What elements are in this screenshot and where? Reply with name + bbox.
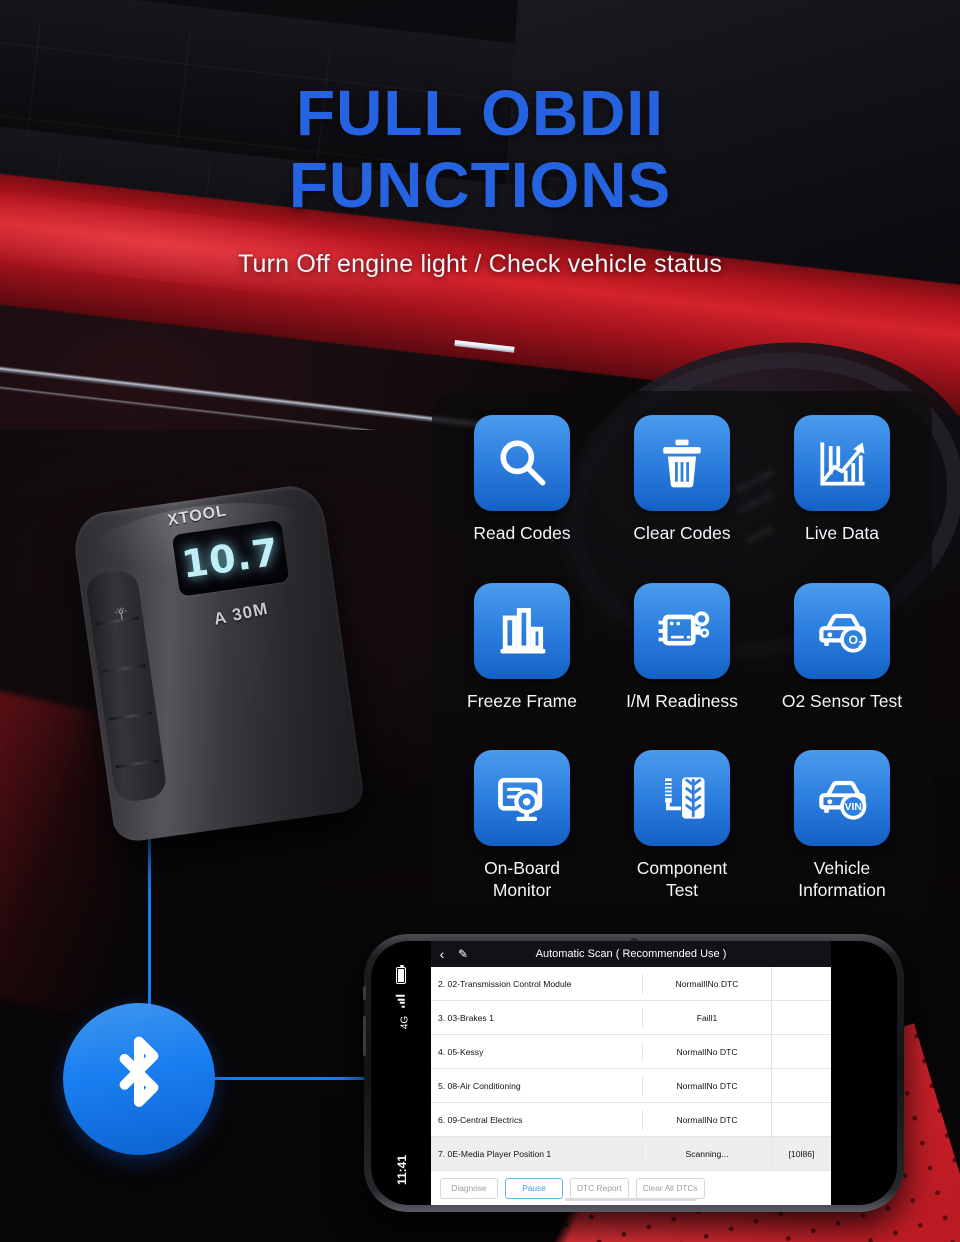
row-code [771,1103,831,1136]
device-voltage-value: 10.7 [179,529,283,587]
diagnose-button[interactable]: Diagnose [440,1177,498,1199]
row-status: Faill1 [696,1012,718,1023]
obd-scanner-device: XTOOL 10.7 A 30M [70,482,366,844]
row-name: 3. 03-Brakes 1 [431,1007,643,1028]
tile-vehicle-information[interactable]: VIN [794,750,890,847]
function-item-freeze-frame[interactable]: Freeze Frame [442,575,602,743]
row-name: 6. 09-Central Electrics [431,1109,643,1130]
chevron-left-icon[interactable]: ‹ [431,946,453,962]
promo-banner: RESUME CANCEL MODE FULL OBDII FUNCTIONS … [0,0,960,1242]
page-title: FULL OBDII FUNCTIONS [0,77,960,221]
network-label: 4G [399,1015,411,1030]
tile-live-data[interactable] [794,415,890,511]
diagnostic-app: ‹ ✎ Automatic Scan ( Recommended Use ) 2… [431,941,831,1205]
function-item-live-data[interactable]: Live Data [762,407,922,575]
svg-text:VIN: VIN [845,803,862,814]
tile-clear-codes[interactable] [634,415,730,511]
label-read-codes: Read Codes [473,523,571,543]
function-item-read-codes[interactable]: Read Codes [442,407,602,575]
title-line-1: FULL OBDII [296,77,664,149]
table-row[interactable]: 6. 09-Central Electrics NormalINo DTC [431,1103,831,1137]
phone-side-button-volume[interactable] [363,1016,366,1056]
trash-icon [663,439,701,488]
tile-im-readiness[interactable] [634,582,730,679]
tile-on-board-monitor[interactable] [474,750,570,847]
table-row[interactable]: 7. 0E-Media Player Position 1 Scanning..… [431,1137,831,1171]
label-component-test: Component Test [636,858,728,901]
smartphone-mockup: 4G 11:41 ‹ ✎ Automatic Scan ( Recommende… [363,934,904,1212]
bluetooth-icon [119,1036,159,1108]
function-item-vehicle-information[interactable]: VIN Vehicle Information [762,742,922,910]
device-led-icon [113,606,131,624]
phone-screen: 4G 11:41 ‹ ✎ Automatic Scan ( Recommende… [371,941,897,1205]
app-title: Automatic Scan ( Recommended Use ) [535,948,727,960]
table-row[interactable]: 2. 02-Transmission Control Module Normal… [431,967,831,1001]
car-o2-icon: O 2 [819,613,867,653]
magnifier-icon [500,440,546,486]
label-freeze-frame: Freeze Frame [467,690,577,711]
phone-status-bar: 4G 11:41 [371,941,431,1205]
function-item-o2-sensor-test[interactable]: O 2 O2 Sensor Test [762,575,922,743]
row-code [771,967,831,1000]
label-vehicle-information: Vehicle Information [798,858,886,901]
function-item-component-test[interactable]: Component Test [602,742,762,910]
label-o2-sensor-test: O2 Sensor Test [781,690,903,711]
pause-button[interactable]: Pause [505,1177,563,1199]
functions-grid: Read Codes Clear Codes Live Data Freeze … [432,391,932,920]
function-item-clear-codes[interactable]: Clear Codes [602,407,762,575]
label-im-readiness: I/M Readiness [626,690,738,711]
phone-side-button-small[interactable] [363,986,366,1000]
ecu-module-icon [658,610,710,646]
table-row[interactable]: 3. 03-Brakes 1 Faill1 [431,1001,831,1035]
svg-text:O: O [849,633,858,647]
label-clear-codes: Clear Codes [633,523,731,543]
car-vin-icon: VIN [819,781,867,820]
table-row[interactable]: 5. 08-Air Conditioning NormalINo DTC [431,1069,831,1103]
line-bar-chart-icon [820,442,865,486]
obdii-functions-panel: Read Codes Clear Codes Live Data Freeze … [432,391,932,920]
tire-tread-icon [665,777,705,819]
page-subtitle: Turn Off engine light / Check vehicle st… [237,250,723,278]
tile-read-codes[interactable] [474,415,570,511]
app-header: ‹ ✎ Automatic Scan ( Recommended Use ) [431,941,831,967]
dtc-report-button[interactable]: DTC Report [570,1177,629,1199]
row-name: 4. 05-Kessy [431,1041,643,1062]
row-name: 2. 02-Transmission Control Module [431,973,643,994]
row-name: 5. 08-Air Conditioning [431,1075,643,1096]
battery-icon [396,964,406,984]
clear-all-dtcs-button[interactable]: Clear All DTCs [635,1177,705,1199]
row-code: [10l86] [771,1137,831,1170]
row-status: NormalINo DTC [676,1080,738,1091]
svg-text:2: 2 [858,639,863,649]
monitor-scope-icon [498,778,543,822]
label-live-data: Live Data [805,523,879,543]
function-item-on-board-monitor[interactable]: On-Board Monitor [442,742,602,910]
function-item-im-readiness[interactable]: I/M Readiness [602,575,762,743]
label-on-board-monitor: On-Board Monitor [484,858,560,901]
tile-component-test[interactable] [634,750,730,847]
tile-freeze-frame[interactable] [474,582,570,679]
row-code [771,1069,831,1102]
home-indicator [565,1198,697,1201]
scan-results-table[interactable]: 2. 02-Transmission Control Module Normal… [431,967,831,1171]
tile-o2-sensor-test[interactable]: O 2 [794,582,890,679]
row-name: 7. 0E-Media Player Position 1 [431,1143,643,1164]
row-status: NormalINo DTC [676,1046,738,1057]
row-status: NormalINo DTC [676,1114,738,1125]
row-code [771,1035,831,1068]
table-row[interactable]: 4. 05-Kessy NormalINo DTC [431,1035,831,1069]
pencil-icon[interactable]: ✎ [453,947,473,961]
bar-chart-icon [500,607,546,654]
row-status: NormalIlNo DTC [675,978,739,989]
row-code [771,1001,831,1034]
clock-label: 11:41 [395,1154,409,1186]
bluetooth-badge [63,1003,215,1155]
row-status: Scanning... [685,1148,729,1159]
title-line-2: FUNCTIONS [288,148,672,221]
